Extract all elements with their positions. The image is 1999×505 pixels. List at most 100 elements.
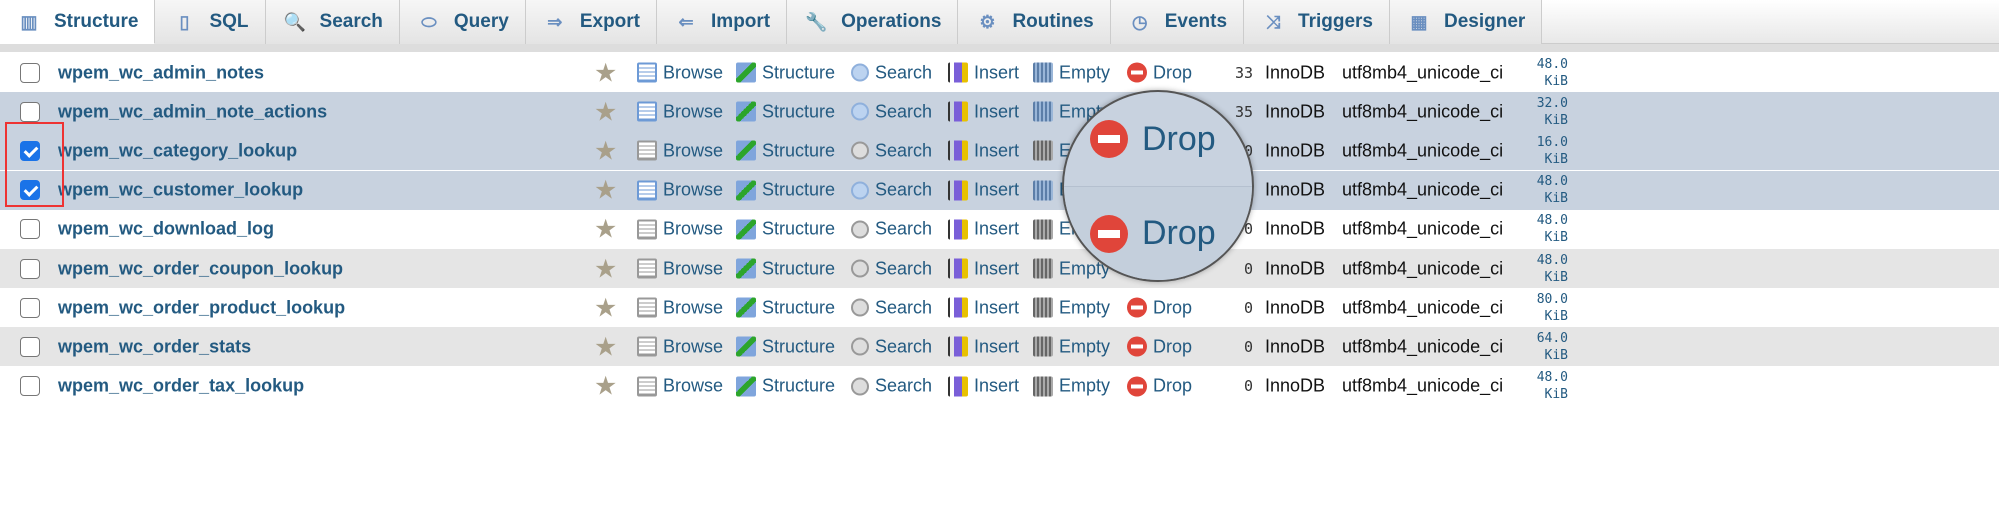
favorite-star-icon[interactable]: ★ bbox=[594, 175, 617, 206]
search-action[interactable]: Search bbox=[851, 258, 932, 279]
tab-triggers[interactable]: ⤨ Triggers bbox=[1244, 0, 1391, 44]
structure-action[interactable]: Structure bbox=[736, 62, 835, 83]
empty-icon bbox=[1033, 219, 1053, 240]
search-action[interactable]: Search bbox=[851, 180, 932, 201]
browse-action[interactable]: Browse bbox=[637, 336, 723, 357]
browse-action[interactable]: Browse bbox=[637, 258, 723, 279]
table-size[interactable]: 80.0 KiB bbox=[1528, 291, 1568, 325]
row-checkbox[interactable] bbox=[20, 180, 40, 201]
search-action[interactable]: Search bbox=[851, 219, 932, 240]
empty-action[interactable]: Empty bbox=[1033, 376, 1110, 397]
table-name-link[interactable]: wpem_wc_customer_lookup bbox=[58, 180, 303, 201]
empty-action[interactable]: Empty bbox=[1033, 336, 1110, 357]
insert-action[interactable]: Insert bbox=[948, 180, 1019, 201]
table-size[interactable]: 48.0 KiB bbox=[1528, 369, 1568, 403]
tab-events[interactable]: ◷ Events bbox=[1110, 0, 1245, 44]
insert-icon bbox=[948, 140, 968, 161]
row-checkbox[interactable] bbox=[20, 219, 40, 240]
insert-action[interactable]: Insert bbox=[948, 62, 1019, 83]
insert-action[interactable]: Insert bbox=[948, 140, 1019, 161]
browse-action[interactable]: Browse bbox=[637, 101, 723, 122]
search-action[interactable]: Search bbox=[851, 62, 932, 83]
row-checkbox[interactable] bbox=[20, 297, 40, 318]
empty-action[interactable]: Empty bbox=[1033, 297, 1110, 318]
tab-export[interactable]: ⇒ Export bbox=[525, 0, 658, 44]
engine: InnoDB bbox=[1265, 140, 1326, 161]
table-name-link[interactable]: wpem_wc_admin_notes bbox=[58, 62, 264, 83]
search-action[interactable]: Search bbox=[851, 101, 932, 122]
structure-action[interactable]: Structure bbox=[736, 101, 835, 122]
table-name-link[interactable]: wpem_wc_category_lookup bbox=[58, 140, 297, 161]
drop-action[interactable]: Drop bbox=[1127, 297, 1192, 318]
favorite-star-icon[interactable]: ★ bbox=[594, 253, 617, 284]
table-size[interactable]: 48.0 KiB bbox=[1528, 212, 1568, 246]
favorite-star-icon[interactable]: ★ bbox=[594, 135, 617, 166]
favorite-star-icon[interactable]: ★ bbox=[594, 214, 617, 245]
table-name-link[interactable]: wpem_wc_order_coupon_lookup bbox=[58, 258, 343, 279]
insert-action[interactable]: Insert bbox=[948, 336, 1019, 357]
table-size[interactable]: 48.0 KiB bbox=[1528, 56, 1568, 90]
row-checkbox[interactable] bbox=[20, 140, 40, 161]
table-size[interactable]: 48.0 KiB bbox=[1528, 252, 1568, 286]
structure-action[interactable]: Structure bbox=[736, 258, 835, 279]
favorite-star-icon[interactable]: ★ bbox=[594, 331, 617, 362]
tab-import[interactable]: ⇐ Import bbox=[657, 0, 788, 44]
insert-action[interactable]: Insert bbox=[948, 376, 1019, 397]
table-name-link[interactable]: wpem_wc_order_stats bbox=[58, 336, 251, 357]
tab-search[interactable]: 🔍 Search bbox=[265, 0, 400, 44]
table-size[interactable]: 16.0 KiB bbox=[1528, 134, 1568, 168]
tab-query[interactable]: ⬭ Query bbox=[399, 0, 526, 44]
favorite-star-icon[interactable]: ★ bbox=[594, 292, 617, 323]
tab-operations[interactable]: 🔧 Operations bbox=[787, 0, 959, 44]
structure-action[interactable]: Structure bbox=[736, 297, 835, 318]
table-name-link[interactable]: wpem_wc_order_tax_lookup bbox=[58, 376, 304, 397]
row-checkbox[interactable] bbox=[20, 101, 40, 122]
table-size[interactable]: 32.0 KiB bbox=[1528, 95, 1568, 129]
drop-action[interactable]: Drop bbox=[1127, 62, 1192, 83]
structure-action[interactable]: Structure bbox=[736, 336, 835, 357]
structure-action[interactable]: Structure bbox=[736, 376, 835, 397]
tab-structure[interactable]: ▥ Structure bbox=[0, 0, 156, 44]
drop-action[interactable]: Drop bbox=[1127, 336, 1192, 357]
empty-action[interactable]: Empty bbox=[1033, 62, 1110, 83]
insert-action[interactable]: Insert bbox=[948, 297, 1019, 318]
structure-icon bbox=[736, 140, 756, 161]
structure-action[interactable]: Structure bbox=[736, 140, 835, 161]
table-size[interactable]: 48.0 KiB bbox=[1528, 173, 1568, 207]
row-checkbox[interactable] bbox=[20, 376, 40, 397]
browse-action[interactable]: Browse bbox=[637, 62, 723, 83]
table-name-link[interactable]: wpem_wc_download_log bbox=[58, 219, 274, 240]
search-action[interactable]: Search bbox=[851, 140, 932, 161]
insert-action[interactable]: Insert bbox=[948, 219, 1019, 240]
structure-action[interactable]: Structure bbox=[736, 180, 835, 201]
browse-action[interactable]: Browse bbox=[637, 180, 723, 201]
favorite-star-icon[interactable]: ★ bbox=[594, 57, 617, 88]
search-action[interactable]: Search bbox=[851, 297, 932, 318]
drop-action[interactable]: Drop bbox=[1127, 376, 1192, 397]
table-name-link[interactable]: wpem_wc_order_product_lookup bbox=[58, 297, 345, 318]
row-checkbox[interactable] bbox=[20, 62, 40, 83]
empty-icon bbox=[1033, 376, 1053, 397]
table-row: wpem_wc_download_log ★ Browse Structure Sea… bbox=[0, 209, 1999, 249]
table-row: wpem_wc_order_product_lookup ★ Browse Stru… bbox=[0, 288, 1999, 328]
tab-designer[interactable]: ▦ Designer bbox=[1390, 0, 1543, 44]
search-action[interactable]: Search bbox=[851, 376, 932, 397]
structure-action[interactable]: Structure bbox=[736, 219, 835, 240]
tab-routines[interactable]: ⚙ Routines bbox=[958, 0, 1111, 44]
tab-label: Designer bbox=[1444, 11, 1526, 32]
insert-action[interactable]: Insert bbox=[948, 101, 1019, 122]
row-checkbox[interactable] bbox=[20, 336, 40, 357]
insert-action[interactable]: Insert bbox=[948, 258, 1019, 279]
browse-action[interactable]: Browse bbox=[637, 219, 723, 240]
browse-action[interactable]: Browse bbox=[637, 376, 723, 397]
table-size[interactable]: 64.0 KiB bbox=[1528, 330, 1568, 364]
tab-sql[interactable]: ▯ SQL bbox=[155, 0, 266, 44]
table-name-link[interactable]: wpem_wc_admin_note_actions bbox=[58, 101, 327, 122]
browse-action[interactable]: Browse bbox=[637, 297, 723, 318]
browse-action[interactable]: Browse bbox=[637, 140, 723, 161]
favorite-star-icon[interactable]: ★ bbox=[594, 96, 617, 127]
favorite-star-icon[interactable]: ★ bbox=[594, 371, 617, 402]
row-checkbox[interactable] bbox=[20, 258, 40, 279]
search-action[interactable]: Search bbox=[851, 336, 932, 357]
triggers-icon: ⤨ bbox=[1265, 12, 1281, 32]
